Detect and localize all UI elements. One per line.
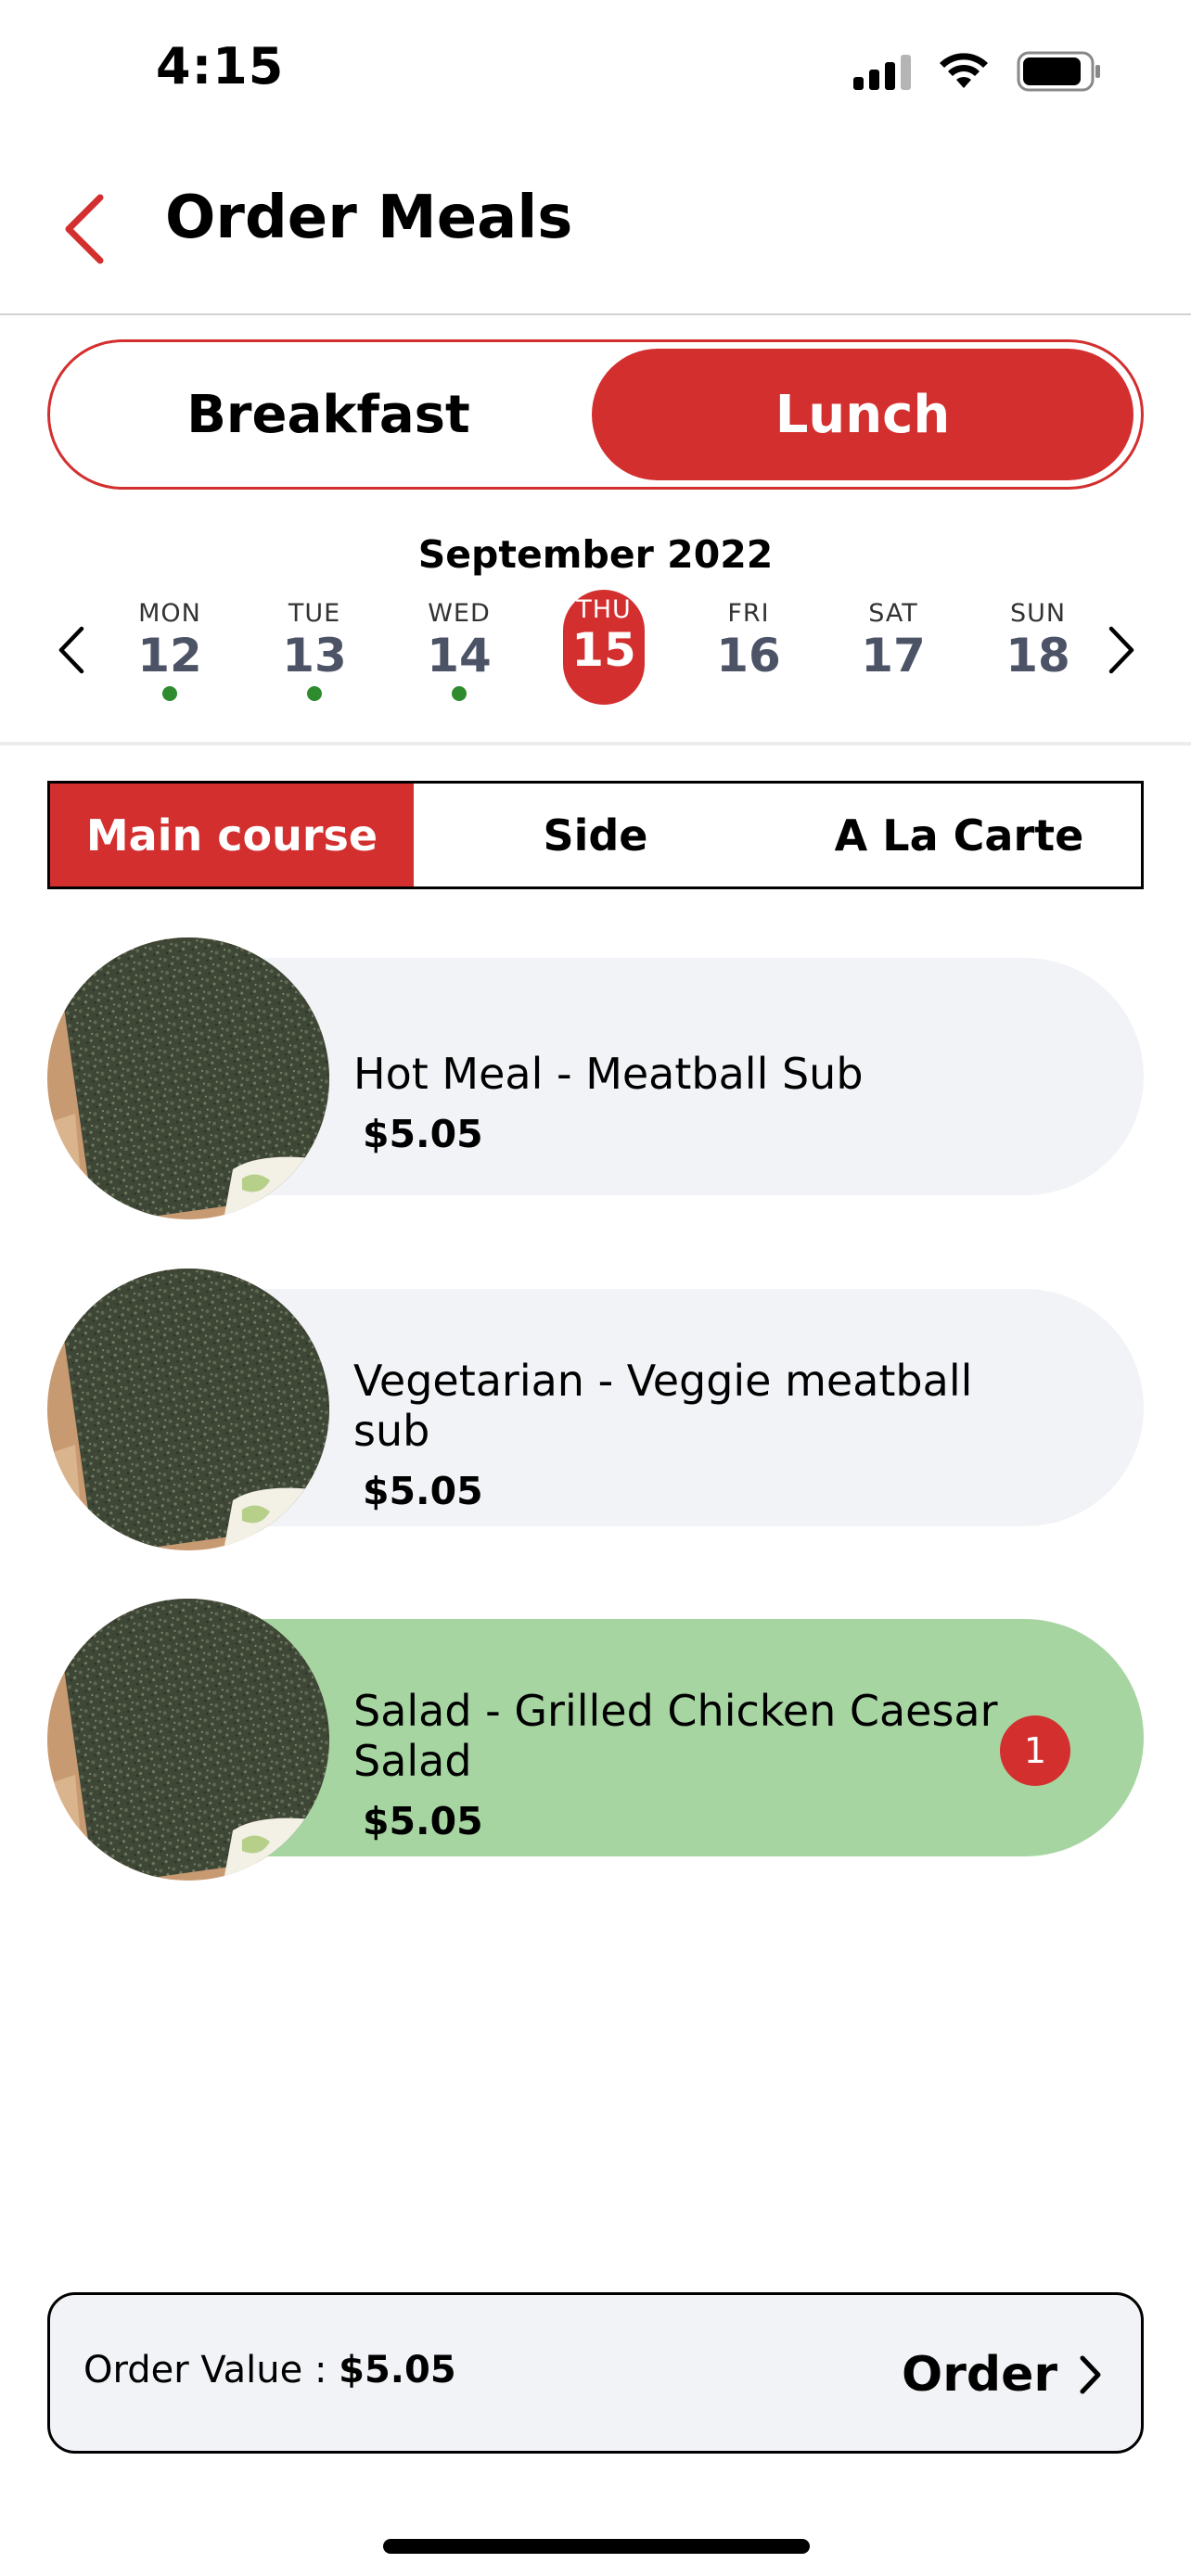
- day-number: 14: [427, 629, 492, 682]
- back-chevron-icon[interactable]: [52, 181, 126, 274]
- ordered-indicator: [452, 686, 467, 701]
- quantity-badge: 1: [1000, 1715, 1070, 1786]
- day-name: SUN: [1009, 599, 1067, 628]
- day-name: FRI: [727, 599, 770, 628]
- meal-price: $5.05: [363, 1799, 483, 1843]
- next-week-chevron-icon[interactable]: [1091, 618, 1146, 682]
- meal-card-selected[interactable]: Salad - Grilled Chicken Caesar Salad $5.…: [47, 1599, 1144, 1881]
- day-name: MON: [138, 599, 201, 628]
- day-number: 15: [571, 623, 636, 677]
- breakfast-option[interactable]: Breakfast: [58, 349, 599, 480]
- day-number: 17: [861, 629, 926, 682]
- month-label: September 2022: [417, 532, 774, 577]
- meal-photo: [47, 1599, 329, 1881]
- order-value-amount: $5.05: [339, 2349, 456, 2391]
- day-number: 16: [716, 629, 781, 682]
- tab-side[interactable]: Side: [414, 784, 777, 886]
- ordered-indicator: [307, 686, 322, 701]
- order-value-caption: Order Value :: [83, 2349, 339, 2391]
- order-button[interactable]: Order: [902, 2338, 1104, 2412]
- meal-price: $5.05: [363, 1112, 483, 1156]
- day-sat[interactable]: SAT 17: [849, 590, 938, 710]
- meal-card[interactable]: Vegetarian - Veggie meatball sub $5.05: [47, 1269, 1144, 1550]
- cellular-signal-icon: [853, 53, 911, 90]
- header: Order Meals: [0, 139, 1191, 315]
- wifi-icon: [940, 53, 988, 88]
- meal-card[interactable]: Hot Meal - Meatball Sub $5.05: [47, 937, 1144, 1219]
- lunch-option[interactable]: Lunch: [592, 349, 1133, 480]
- tab-a-la-carte[interactable]: A La Carte: [777, 784, 1141, 886]
- day-name: TUE: [288, 599, 341, 628]
- day-name: THU: [576, 595, 632, 624]
- meal-photo: [47, 937, 329, 1219]
- day-number: 12: [137, 629, 202, 682]
- order-summary-bar: Order Value : $5.05 Order: [47, 2292, 1144, 2454]
- meal-type-toggle: Breakfast Lunch: [47, 339, 1144, 490]
- page-title: Order Meals: [165, 184, 573, 252]
- battery-icon: [1017, 51, 1100, 92]
- meal-price: $5.05: [363, 1469, 483, 1513]
- order-value-label: Order Value : $5.05: [83, 2349, 456, 2391]
- day-number: 18: [1005, 629, 1070, 682]
- day-name: WED: [428, 599, 491, 628]
- meal-photo: [47, 1269, 329, 1550]
- category-tabs: Main course Side A La Carte: [47, 781, 1144, 889]
- day-number: 13: [282, 629, 347, 682]
- day-wed[interactable]: WED 14: [415, 590, 504, 710]
- meal-name: Vegetarian - Veggie meatball sub: [353, 1356, 973, 1456]
- day-thu[interactable]: THU 15: [559, 590, 648, 710]
- order-button-label: Order: [902, 2347, 1057, 2403]
- status-bar: 4:15: [0, 0, 1191, 139]
- ordered-indicator: [162, 686, 177, 701]
- divider: [0, 742, 1191, 746]
- chevron-right-icon: [1080, 2355, 1101, 2394]
- meal-name: Hot Meal - Meatball Sub: [353, 1049, 864, 1099]
- day-sun[interactable]: SUN 18: [993, 590, 1082, 710]
- day-fri[interactable]: FRI 16: [704, 590, 793, 710]
- day-name: SAT: [868, 599, 918, 628]
- week-days: MON 12 TUE 13 WED 14 THU 15 FRI 16 SAT 1…: [0, 590, 1191, 710]
- home-indicator: [383, 2539, 810, 2554]
- status-time: 4:15: [156, 37, 285, 96]
- meal-name: Salad - Grilled Chicken Caesar Salad: [353, 1686, 998, 1786]
- status-icons: [853, 48, 1102, 95]
- day-tue[interactable]: TUE 13: [270, 590, 359, 710]
- tab-main-course[interactable]: Main course: [50, 784, 414, 886]
- day-mon[interactable]: MON 12: [125, 590, 214, 710]
